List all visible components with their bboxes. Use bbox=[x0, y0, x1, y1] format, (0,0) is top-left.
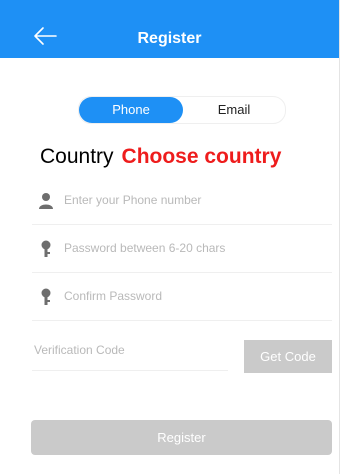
password-field bbox=[32, 224, 332, 273]
choose-country-link[interactable]: Choose country bbox=[122, 145, 282, 168]
phone-email-toggle: Phone Email bbox=[78, 96, 286, 124]
country-row: Country Choose country bbox=[40, 145, 281, 175]
verification-code-field bbox=[32, 330, 228, 371]
verification-code-input[interactable] bbox=[34, 338, 224, 362]
key-icon bbox=[41, 240, 51, 257]
phone-input[interactable] bbox=[64, 188, 320, 212]
get-code-button[interactable]: Get Code bbox=[244, 340, 332, 373]
password-input[interactable] bbox=[64, 236, 320, 260]
phone-field bbox=[32, 176, 332, 225]
confirm-password-field bbox=[32, 272, 332, 321]
register-button[interactable]: Register bbox=[31, 420, 332, 455]
key-icon bbox=[41, 288, 51, 305]
register-screen: Register Phone Email Country Choose count… bbox=[0, 0, 340, 474]
confirm-password-input[interactable] bbox=[64, 284, 320, 308]
person-icon bbox=[39, 193, 53, 209]
header-bar: Register bbox=[0, 0, 339, 58]
tab-email[interactable]: Email bbox=[183, 97, 285, 123]
page-title: Register bbox=[137, 30, 202, 47]
country-label: Country bbox=[40, 145, 114, 168]
tab-phone[interactable]: Phone bbox=[79, 97, 183, 123]
